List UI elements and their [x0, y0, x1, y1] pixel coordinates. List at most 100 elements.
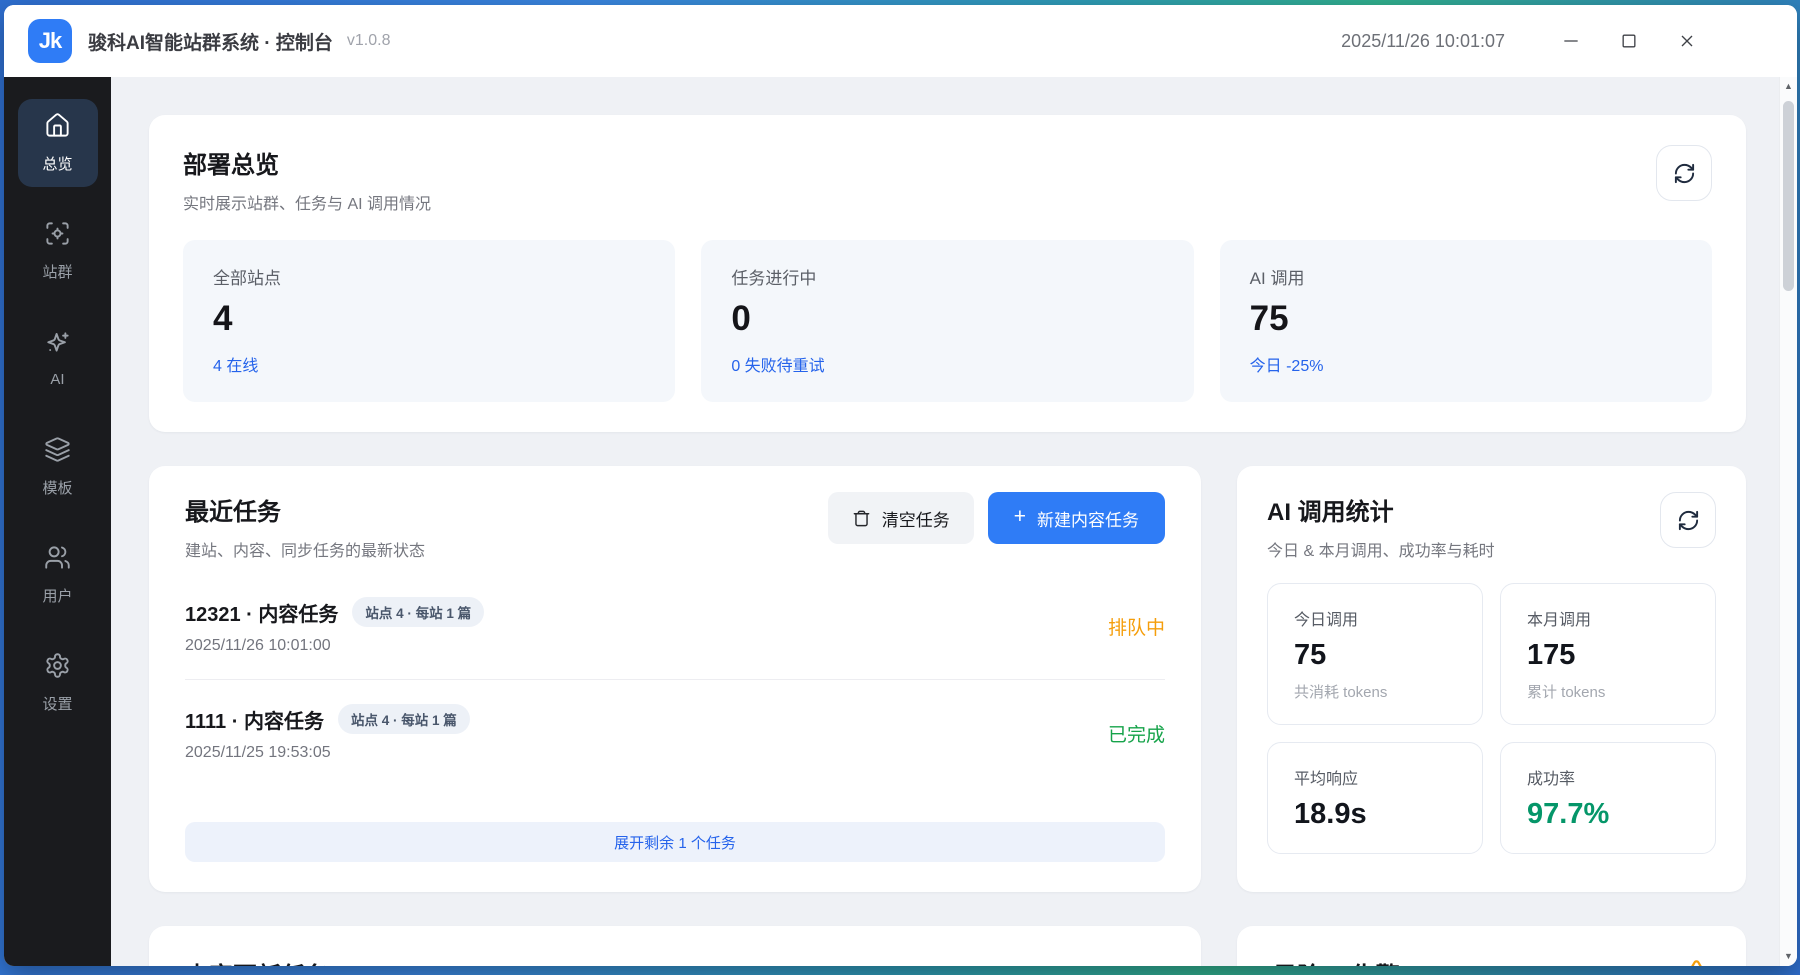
stat-value: 75 [1250, 299, 1682, 339]
home-icon [44, 112, 71, 144]
card-title: 风险 & 告警 [1273, 956, 1400, 966]
task-info: 12321 · 内容任务 站点 4 · 每站 1 篇 2025/11/26 10… [185, 597, 484, 655]
trash-icon [852, 509, 871, 528]
sidebar-item-users[interactable]: 用户 [18, 531, 98, 619]
window-body: 总览 站群 AI 模板 [4, 77, 1797, 966]
sidebar-item-label: 站群 [42, 261, 72, 282]
sidebar-item-sites[interactable]: 站群 [18, 207, 98, 295]
close-icon [1677, 31, 1697, 51]
close-button[interactable] [1677, 31, 1697, 51]
ai-stats-grid: 今日调用 75 共消耗 tokens 本月调用 175 累计 tokens 平均… [1267, 583, 1716, 854]
sidebar-item-templates[interactable]: 模板 [18, 423, 98, 511]
refresh-icon [1673, 162, 1696, 185]
task-badge: 站点 4 · 每站 1 篇 [338, 704, 470, 734]
stat-value: 0 [731, 299, 1163, 339]
stat-value: 4 [213, 299, 645, 339]
maximize-button[interactable] [1619, 31, 1639, 51]
vertical-scrollbar[interactable]: ▲ ▼ [1779, 77, 1797, 966]
sidebar-item-label: 模板 [42, 477, 72, 498]
users-icon [44, 544, 71, 576]
content-update-tasks-card: 内容更新任务 查看最近的内容任务进度与站点覆盖情况 [149, 926, 1201, 966]
ai-box-success-rate: 成功率 97.7% [1500, 742, 1716, 854]
task-row[interactable]: 12321 · 内容任务 站点 4 · 每站 1 篇 2025/11/26 10… [185, 573, 1165, 679]
minimize-button[interactable] [1561, 31, 1581, 51]
task-badge: 站点 4 · 每站 1 篇 [352, 597, 484, 627]
ai-stat-value: 175 [1527, 639, 1689, 672]
minimize-icon [1561, 31, 1581, 51]
settings-icon [44, 652, 71, 684]
task-status-done: 已完成 [1108, 720, 1165, 747]
app-version: v1.0.8 [347, 32, 391, 50]
stat-label: AI 调用 [1250, 264, 1682, 289]
recent-tasks-header: 最近任务 建站、内容、同步任务的最新状态 [185, 492, 425, 561]
app-logo-text: Jk [39, 28, 61, 54]
clock: 2025/11/26 10:01:07 [1341, 31, 1505, 52]
card-subtitle: 建站、内容、同步任务的最新状态 [185, 537, 425, 561]
clear-tasks-button[interactable]: 清空任务 [828, 492, 974, 544]
warning-icon [1683, 958, 1710, 967]
deploy-overview-header: 部署总览 实时展示站群、任务与 AI 调用情况 [183, 145, 431, 214]
ai-stat-value: 97.7% [1527, 798, 1689, 831]
clear-tasks-label: 清空任务 [882, 506, 950, 531]
deploy-overview-card: 部署总览 实时展示站群、任务与 AI 调用情况 全部站点 4 4 在线 [149, 115, 1746, 432]
ai-stat-label: 成功率 [1527, 765, 1689, 789]
plus-icon: + [1014, 505, 1026, 529]
card-title: 最近任务 [185, 492, 425, 527]
stat-link-online[interactable]: 4 在线 [213, 352, 258, 376]
task-row[interactable]: 1111 · 内容任务 站点 4 · 每站 1 篇 2025/11/25 19:… [185, 679, 1165, 786]
task-time: 2025/11/26 10:01:00 [185, 637, 484, 655]
scroll-up-arrow[interactable]: ▲ [1784, 82, 1793, 91]
new-content-task-button[interactable]: + 新建内容任务 [988, 492, 1165, 544]
titlebar: Jk 骏科AI智能站群系统 · 控制台 v1.0.8 2025/11/26 10… [4, 5, 1797, 77]
overview-refresh-button[interactable] [1656, 145, 1712, 201]
sidebar-item-settings[interactable]: 设置 [18, 639, 98, 727]
stat-box-ai-calls: AI 调用 75 今日 -25% [1220, 240, 1712, 402]
ai-stat-sub: 共消耗 tokens [1294, 681, 1456, 702]
desktop-background: Jk 骏科AI智能站群系统 · 控制台 v1.0.8 2025/11/26 10… [0, 0, 1800, 975]
ai-stat-value: 75 [1294, 639, 1456, 672]
ai-stat-label: 平均响应 [1294, 765, 1456, 789]
ai-stats-header: AI 调用统计 今日 & 本月调用、成功率与耗时 [1267, 492, 1495, 561]
sidebar-item-label: AI [50, 371, 64, 388]
card-title: AI 调用统计 [1267, 492, 1495, 527]
stat-label: 任务进行中 [731, 264, 1163, 289]
scrollbar-thumb[interactable] [1783, 101, 1794, 291]
middle-row: 最近任务 建站、内容、同步任务的最新状态 清空任务 + 新建 [149, 466, 1746, 892]
card-subtitle: 今日 & 本月调用、成功率与耗时 [1267, 537, 1495, 561]
ai-box-avg-response: 平均响应 18.9s [1267, 742, 1483, 854]
maximize-icon [1619, 31, 1639, 51]
stat-box-sites: 全部站点 4 4 在线 [183, 240, 675, 402]
expand-remaining-tasks-button[interactable]: 展开剩余 1 个任务 [185, 822, 1165, 862]
ai-stat-label: 今日调用 [1294, 606, 1456, 630]
ai-stats-refresh-button[interactable] [1660, 492, 1716, 548]
ai-stat-label: 本月调用 [1527, 606, 1689, 630]
stat-label: 全部站点 [213, 264, 645, 289]
sparkles-icon [44, 330, 71, 362]
sidebar-item-label: 用户 [42, 585, 72, 606]
stat-box-running-tasks: 任务进行中 0 0 失败待重试 [701, 240, 1193, 402]
app-window: Jk 骏科AI智能站群系统 · 控制台 v1.0.8 2025/11/26 10… [4, 5, 1797, 966]
ai-stats-card: AI 调用统计 今日 & 本月调用、成功率与耗时 今日调用 75 [1237, 466, 1746, 892]
sidebar-item-label: 总览 [42, 153, 72, 174]
task-info: 1111 · 内容任务 站点 4 · 每站 1 篇 2025/11/25 19:… [185, 704, 470, 762]
sidebar-item-label: 设置 [42, 693, 72, 714]
layers-icon [44, 436, 71, 468]
stat-link-failed-retry[interactable]: 0 失败待重试 [731, 352, 824, 376]
ai-box-month-calls: 本月调用 175 累计 tokens [1500, 583, 1716, 725]
task-status-queued: 排队中 [1108, 613, 1165, 640]
task-name: 1111 · 内容任务 [185, 705, 324, 734]
card-title: 内容更新任务 [185, 956, 1165, 966]
sites-icon [44, 220, 71, 252]
ai-stat-sub: 累计 tokens [1527, 681, 1689, 702]
refresh-icon [1677, 509, 1700, 532]
task-name: 12321 · 内容任务 [185, 598, 338, 627]
risk-alerts-card: 风险 & 告警 [1237, 926, 1746, 966]
sidebar-item-overview[interactable]: 总览 [18, 99, 98, 187]
stat-link-today-delta[interactable]: 今日 -25% [1250, 352, 1324, 376]
card-title: 部署总览 [183, 145, 431, 180]
scroll-down-arrow[interactable]: ▼ [1784, 952, 1793, 961]
sidebar-item-ai[interactable]: AI [18, 315, 98, 403]
card-subtitle: 实时展示站群、任务与 AI 调用情况 [183, 190, 431, 214]
app-logo: Jk [28, 19, 72, 63]
titlebar-right: 2025/11/26 10:01:07 [1341, 31, 1775, 52]
